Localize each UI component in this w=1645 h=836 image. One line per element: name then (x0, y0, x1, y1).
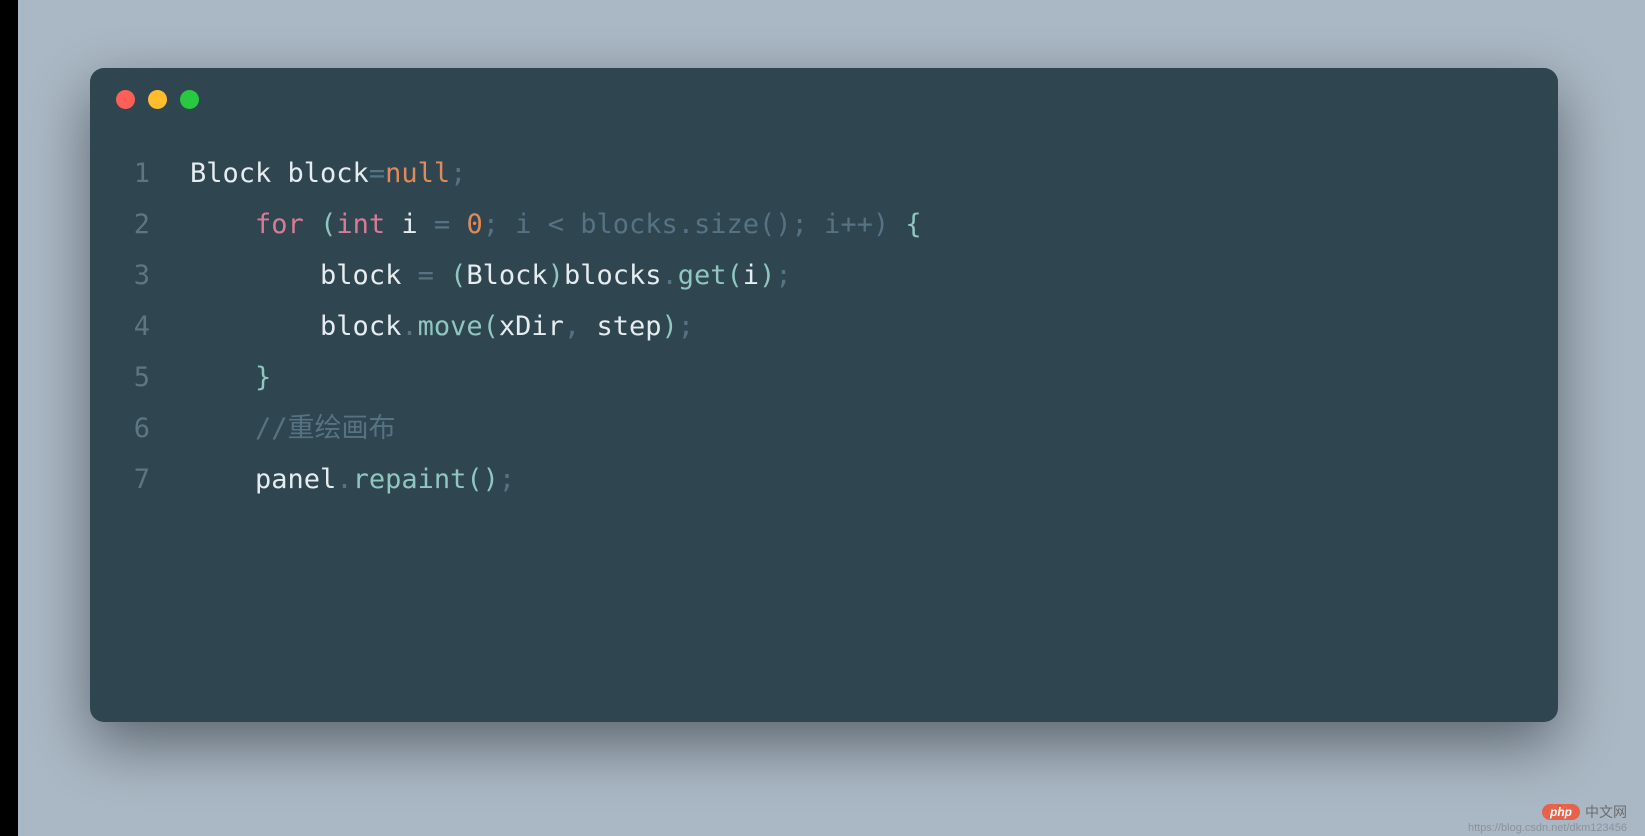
token-paren: ) (548, 260, 564, 291)
token-ident (450, 209, 466, 240)
token-ident (434, 260, 450, 291)
token-assign: = (418, 260, 434, 291)
code-content: Block block=null; (190, 148, 466, 199)
token-ident: block (320, 260, 418, 291)
code-line: 2 for (int i = 0; i < blocks.size(); i++… (90, 199, 1558, 250)
token-ident: Block (466, 260, 547, 291)
token-punct: ; (775, 260, 791, 291)
token-punct: ; (499, 464, 515, 495)
token-punct: . (336, 464, 352, 495)
token-cmt: //重绘画布 (255, 413, 396, 444)
token-paren: ) (759, 260, 775, 291)
maximize-icon[interactable] (180, 90, 199, 109)
code-content: panel.repaint(); (190, 454, 515, 505)
line-number: 1 (90, 148, 190, 199)
token-ident: step (580, 311, 661, 342)
code-line: 4 block.move(xDir, step); (90, 301, 1558, 352)
token-nullkw: null (385, 158, 450, 189)
watermark-url: https://blog.csdn.net/dkm123456 (1468, 822, 1627, 834)
token-ident: panel (255, 464, 336, 495)
code-line: 6 //重绘画布 (90, 403, 1558, 454)
token-kw: int (336, 209, 385, 240)
code-body: 1Block block=null;2 for (int i = 0; i < … (90, 130, 1558, 505)
code-content: block.move(xDir, step); (190, 301, 694, 352)
line-number: 5 (90, 352, 190, 403)
code-content: //重绘画布 (190, 403, 396, 454)
watermark-label: 中文网 (1585, 802, 1627, 822)
close-icon[interactable] (116, 90, 135, 109)
token-paren: ( (483, 311, 499, 342)
window-titlebar (90, 68, 1558, 130)
token-punct: . (661, 260, 677, 291)
token-ident: blocks (564, 260, 662, 291)
line-number: 2 (90, 199, 190, 250)
token-ident: block (320, 311, 401, 342)
token-paren: () (466, 464, 499, 495)
line-number: 7 (90, 454, 190, 505)
line-number: 3 (90, 250, 190, 301)
token-fn: repaint (353, 464, 467, 495)
token-paren: ) (661, 311, 677, 342)
token-punct: ; (678, 311, 694, 342)
token-assign: = (369, 158, 385, 189)
line-number: 4 (90, 301, 190, 352)
watermark: php 中文网 https://blog.csdn.net/dkm123456 (1468, 802, 1627, 834)
code-line: 1Block block=null; (90, 148, 1558, 199)
token-num: 0 (466, 209, 482, 240)
code-window: 1Block block=null;2 for (int i = 0; i < … (90, 68, 1558, 722)
token-ident (304, 209, 320, 240)
code-content: block = (Block)blocks.get(i); (190, 250, 792, 301)
code-line: 7 panel.repaint(); (90, 454, 1558, 505)
token-paren: ( (320, 209, 336, 240)
token-ident: Block block (190, 158, 369, 189)
token-paren: ( (450, 260, 466, 291)
token-ident: i (743, 260, 759, 291)
minimize-icon[interactable] (148, 90, 167, 109)
token-brace: { (905, 209, 921, 240)
token-punct: . (401, 311, 417, 342)
token-fn: move (418, 311, 483, 342)
token-paren: ( (727, 260, 743, 291)
code-content: for (int i = 0; i < blocks.size(); i++) … (190, 199, 922, 250)
token-brace: } (255, 362, 271, 393)
token-ident: i (385, 209, 434, 240)
line-number: 6 (90, 403, 190, 454)
token-ident: xDir (499, 311, 564, 342)
code-line: 3 block = (Block)blocks.get(i); (90, 250, 1558, 301)
php-logo-pill: php (1542, 804, 1580, 820)
token-kw: for (255, 209, 304, 240)
code-line: 5 } (90, 352, 1558, 403)
token-punct: , (564, 311, 580, 342)
token-dim: ; i < blocks.size(); i++) (483, 209, 906, 240)
left-black-bar (0, 0, 18, 836)
code-content: } (190, 352, 271, 403)
token-assign: = (434, 209, 450, 240)
token-punct: ; (450, 158, 466, 189)
token-fn: get (678, 260, 727, 291)
